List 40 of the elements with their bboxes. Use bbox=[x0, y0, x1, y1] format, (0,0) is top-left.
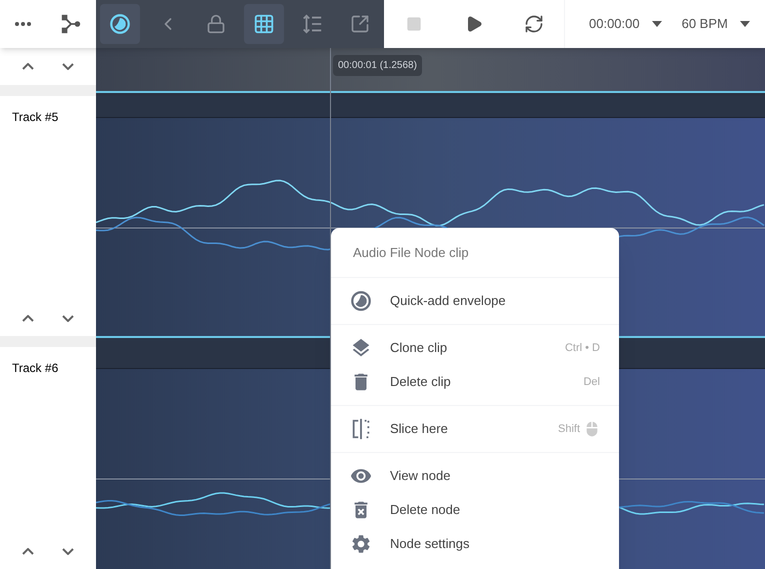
menu-item[interactable]: Quick-add envelope bbox=[331, 284, 619, 318]
caret-icon bbox=[652, 21, 662, 27]
play-icon bbox=[465, 15, 483, 33]
stop-icon bbox=[406, 16, 422, 32]
chevron-up-icon bbox=[22, 314, 34, 322]
chevron-down-icon bbox=[62, 314, 74, 322]
settings-icon bbox=[350, 533, 372, 555]
envelope-icon bbox=[109, 13, 131, 35]
shortcut-hint: Shift bbox=[558, 422, 580, 437]
chevron-up-icon bbox=[22, 548, 34, 554]
grid-icon bbox=[253, 13, 275, 35]
menu-item[interactable]: View node bbox=[331, 459, 619, 493]
menu-title: Audio File Node clip bbox=[331, 228, 619, 278]
more-icon bbox=[14, 22, 30, 26]
chevron-down-icon bbox=[62, 548, 74, 554]
line-spacing-icon bbox=[301, 13, 323, 35]
caret-icon bbox=[740, 21, 750, 27]
chevron-up-icon bbox=[22, 63, 34, 70]
playhead-tooltip: 00:00:01 (1.2568) bbox=[333, 55, 422, 76]
loop-icon bbox=[524, 14, 544, 34]
lock-icon bbox=[206, 14, 226, 34]
node-graph-icon bbox=[60, 13, 82, 35]
shortcut-hint: Ctrl • D bbox=[564, 340, 600, 356]
shortcut-hint: Del bbox=[583, 374, 600, 390]
envelope-icon bbox=[350, 290, 372, 312]
track-name: Track #6 bbox=[11, 360, 60, 377]
menu-item[interactable]: Slice here Shift bbox=[331, 412, 619, 446]
popout-icon bbox=[350, 14, 370, 34]
chevron-down-icon bbox=[62, 63, 74, 70]
layers-icon bbox=[350, 337, 372, 359]
envelope-tool-button[interactable] bbox=[100, 4, 140, 44]
menu-item[interactable]: Node settings bbox=[331, 527, 619, 561]
menu-item[interactable]: Delete clip Del bbox=[331, 365, 619, 399]
tempo-dropdown[interactable]: 60 BPM bbox=[682, 14, 750, 34]
menu-item[interactable]: Delete node bbox=[331, 493, 619, 527]
slice-icon bbox=[350, 418, 372, 440]
grid-tool-button[interactable] bbox=[244, 4, 284, 44]
menu-item[interactable]: Clone clip Ctrl • D bbox=[331, 331, 619, 365]
time-dropdown[interactable]: 00:00:00 bbox=[589, 14, 662, 34]
track-name: Track #5 bbox=[11, 109, 60, 126]
